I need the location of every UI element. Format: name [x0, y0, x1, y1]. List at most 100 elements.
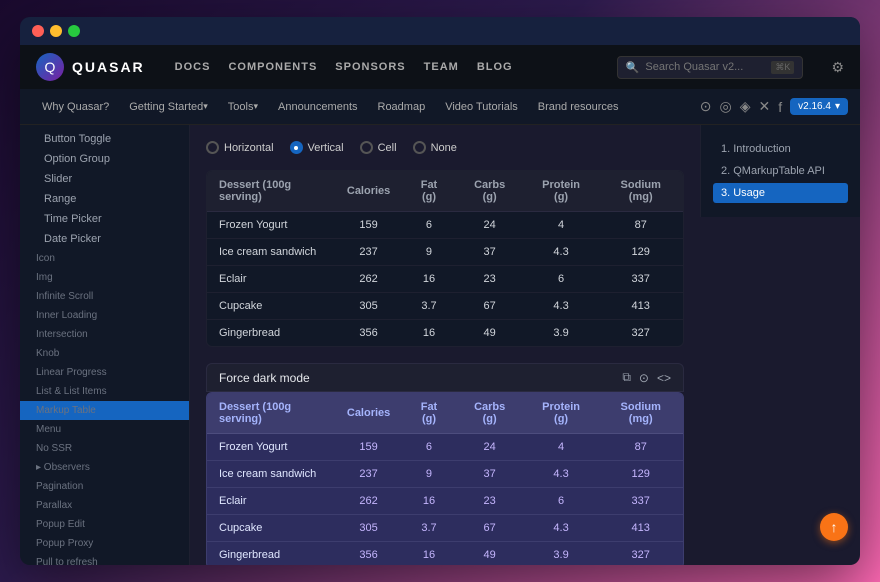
sidebar-item-slider[interactable]: Slider [20, 169, 189, 189]
version-badge[interactable]: v2.16.4 ▾ [790, 98, 848, 115]
cell-calories: 356 [335, 320, 402, 347]
sidebar-item-parallax[interactable]: Parallax [20, 496, 189, 515]
chat-icon[interactable]: ◈ [740, 98, 751, 115]
search-bar[interactable]: 🔍 ⌘K [617, 56, 804, 79]
dark-cell-sodium: 129 [598, 461, 683, 488]
sidebar-group-observers[interactable]: ▸ Observers [20, 458, 189, 477]
dark-cell-protein: 6 [524, 488, 599, 515]
radio-vertical-label: Vertical [308, 142, 344, 154]
subnav-video-tutorials[interactable]: Video Tutorials [435, 89, 528, 125]
cell-protein: 3.9 [524, 320, 599, 347]
sidebar-item-menu[interactable]: Menu [20, 420, 189, 439]
components-link[interactable]: COMPONENTS [228, 61, 317, 73]
sponsors-link[interactable]: SPONSORS [335, 61, 405, 73]
table-row: Ice cream sandwich 237 9 37 4.3 129 [207, 461, 683, 488]
toc-introduction[interactable]: 1. Introduction [713, 139, 848, 159]
subnav-tools[interactable]: Tools [218, 89, 268, 125]
toc-api[interactable]: 2. QMarkupTable API [713, 161, 848, 181]
sidebar-item-intersection[interactable]: Intersection [20, 325, 189, 344]
sidebar-item-date-picker[interactable]: Date Picker [20, 229, 189, 249]
sidebar-item-button-toggle[interactable]: Button Toggle [20, 129, 189, 149]
cell-fat: 16 [402, 266, 455, 293]
docs-link[interactable]: DOCS [175, 61, 211, 73]
discord-icon[interactable]: ◎ [720, 98, 732, 115]
sidebar-item-icon[interactable]: Icon [20, 249, 189, 268]
settings-icon[interactable]: ⚙ [831, 59, 844, 76]
dark-cell-sodium: 87 [598, 434, 683, 461]
copy-icon[interactable]: ⧉ [622, 370, 631, 385]
sidebar-item-img[interactable]: Img [20, 268, 189, 287]
dark-cell-dessert: Eclair [207, 488, 335, 515]
subnav-announcements[interactable]: Announcements [268, 89, 368, 125]
table-row: Eclair 262 16 23 6 337 [207, 266, 683, 293]
cell-carbs: 37 [456, 239, 524, 266]
close-button[interactable] [32, 25, 44, 37]
radio-horizontal-circle [206, 141, 219, 154]
sidebar-item-time-picker[interactable]: Time Picker [20, 209, 189, 229]
right-panel-wrapper: 1. Introduction 2. QMarkupTable API 3. U… [700, 125, 860, 565]
table-row: Frozen Yogurt 159 6 24 4 87 [207, 212, 683, 239]
sidebar-item-linear-progress[interactable]: Linear Progress [20, 363, 189, 382]
cell-dessert: Frozen Yogurt [207, 212, 335, 239]
scroll-up-button[interactable]: ↑ [820, 513, 848, 541]
dark-table: Dessert (100g serving) Calories Fat (g) … [207, 393, 683, 565]
radio-vertical[interactable]: Vertical [290, 141, 344, 154]
light-table: Dessert (100g serving) Calories Fat (g) … [207, 171, 683, 346]
code-icon[interactable]: <> [657, 371, 671, 385]
toc-usage[interactable]: 3. Usage [713, 183, 848, 203]
main-layout: Button Toggle Option Group Slider Range … [20, 125, 860, 565]
radio-horizontal[interactable]: Horizontal [206, 141, 274, 154]
sidebar-item-pagination[interactable]: Pagination [20, 477, 189, 496]
sidebar-item-infinite-scroll[interactable]: Infinite Scroll [20, 287, 189, 306]
blog-link[interactable]: BLOG [477, 61, 513, 73]
minimize-button[interactable] [50, 25, 62, 37]
app-window: Q QUASAR DOCS COMPONENTS SPONSORS TEAM B… [20, 17, 860, 565]
th-protein: Protein (g) [524, 171, 599, 212]
sidebar-item-pull-to-refresh[interactable]: Pull to refresh [20, 553, 189, 565]
subnav-brand-resources[interactable]: Brand resources [528, 89, 629, 125]
sidebar-item-list-list-items[interactable]: List & List Items [20, 382, 189, 401]
github-icon[interactable]: ⊙ [700, 98, 712, 115]
table-row: Cupcake 305 3.7 67 4.3 413 [207, 515, 683, 542]
team-link[interactable]: TEAM [424, 61, 459, 73]
subnav-getting-started[interactable]: Getting Started [119, 89, 218, 125]
sidebar-item-knob[interactable]: Knob [20, 344, 189, 363]
radio-cell[interactable]: Cell [360, 141, 397, 154]
subnav-roadmap[interactable]: Roadmap [368, 89, 436, 125]
cell-calories: 237 [335, 239, 402, 266]
subnav-why-quasar[interactable]: Why Quasar? [32, 89, 119, 125]
dth-carbs: Carbs (g) [456, 393, 524, 434]
content-area: Horizontal Vertical Cell None [190, 125, 700, 565]
facebook-icon[interactable]: f [778, 99, 782, 115]
cell-carbs: 67 [456, 293, 524, 320]
cell-dessert: Ice cream sandwich [207, 239, 335, 266]
top-navigation: Q QUASAR DOCS COMPONENTS SPONSORS TEAM B… [20, 45, 860, 89]
th-sodium: Sodium (mg) [598, 171, 683, 212]
dark-cell-fat: 6 [402, 434, 455, 461]
sidebar-item-no-ssr[interactable]: No SSR [20, 439, 189, 458]
dark-cell-fat: 16 [402, 542, 455, 566]
search-input[interactable] [645, 61, 765, 73]
cell-fat: 6 [402, 212, 455, 239]
light-table-container: Dessert (100g serving) Calories Fat (g) … [206, 170, 684, 347]
sidebar-item-popup-edit[interactable]: Popup Edit [20, 515, 189, 534]
topnav-icon-group: ⚙ [831, 59, 844, 76]
sidebar-item-inner-loading[interactable]: Inner Loading [20, 306, 189, 325]
twitter-icon[interactable]: ✕ [759, 98, 771, 115]
dth-dessert: Dessert (100g serving) [207, 393, 335, 434]
maximize-button[interactable] [68, 25, 80, 37]
sidebar-item-option-group[interactable]: Option Group [20, 149, 189, 169]
sidebar-item-popup-proxy[interactable]: Popup Proxy [20, 534, 189, 553]
github-source-icon[interactable]: ⊙ [639, 371, 649, 385]
cell-sodium: 327 [598, 320, 683, 347]
dark-cell-fat: 3.7 [402, 515, 455, 542]
sidebar-item-markup-table[interactable]: Markup Table [20, 401, 189, 420]
traffic-lights [32, 25, 80, 37]
cell-dessert: Eclair [207, 266, 335, 293]
cell-sodium: 87 [598, 212, 683, 239]
right-panel: 1. Introduction 2. QMarkupTable API 3. U… [700, 125, 860, 217]
radio-none[interactable]: None [413, 141, 457, 154]
sidebar-item-range[interactable]: Range [20, 189, 189, 209]
search-shortcut: ⌘K [771, 61, 794, 74]
cell-protein: 4 [524, 212, 599, 239]
